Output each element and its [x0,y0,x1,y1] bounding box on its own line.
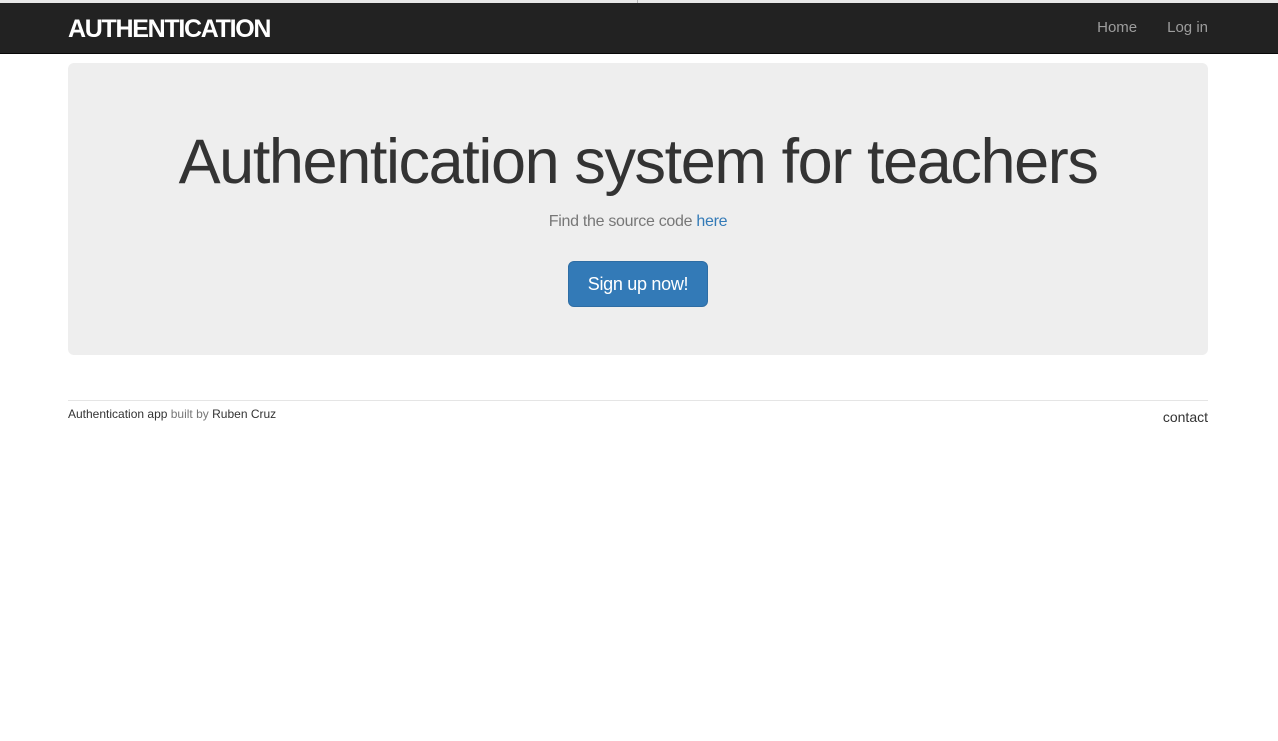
hero-title: Authentication system for teachers [178,127,1099,197]
footer-built-by-text: built by [167,407,213,421]
hero-subtitle-text: Find the source code [548,213,697,230]
jumbotron: Authentication system for teachers Find … [68,63,1208,355]
nav-links: Home Log in [1097,19,1208,36]
footer-author-link[interactable]: Ruben Cruz [212,407,276,421]
nav-login-link[interactable]: Log in [1167,19,1208,36]
hero-subtitle: Find the source code here [68,213,1208,231]
brand-logo[interactable]: AUTHENTICATION [68,15,271,44]
footer-contact-link[interactable]: contact [1163,409,1208,425]
nav-home-link[interactable]: Home [1097,19,1137,36]
footer: Authentication app built by Ruben Cruz c… [68,400,1208,430]
footer-credits: Authentication app built by Ruben Cruz [68,407,276,421]
footer-app-link[interactable]: Authentication app [68,407,167,421]
source-code-link[interactable]: here [696,213,727,230]
signup-button[interactable]: Sign up now! [568,261,708,307]
navbar: AUTHENTICATION Home Log in [0,3,1278,54]
